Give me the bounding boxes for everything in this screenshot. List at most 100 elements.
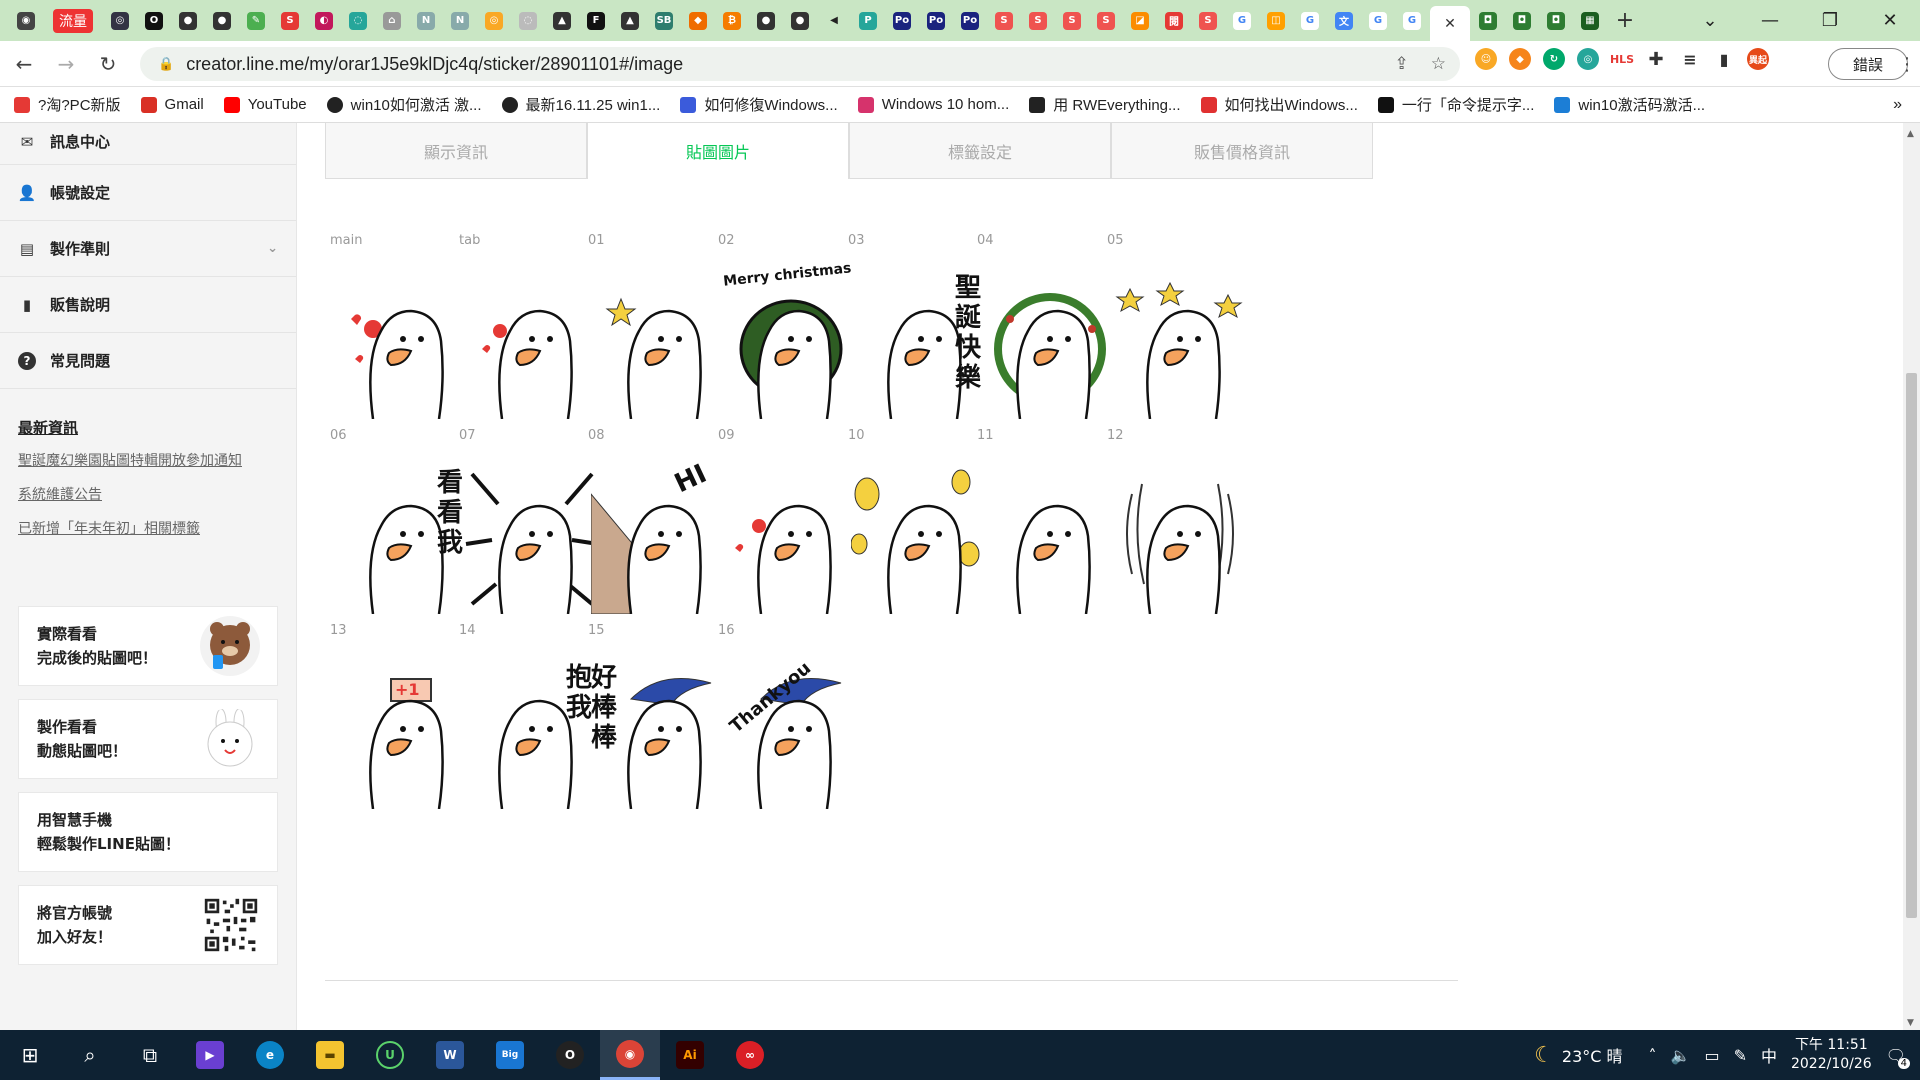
browser-tab[interactable]: ◌ xyxy=(342,6,374,35)
browser-tab[interactable]: G xyxy=(1362,6,1394,35)
browser-tab[interactable]: ◘ xyxy=(1540,6,1572,35)
taskbar-app[interactable]: W xyxy=(420,1030,480,1080)
minimize-button[interactable]: — xyxy=(1740,0,1800,41)
browser-tab[interactable]: F xyxy=(580,6,612,35)
taskbar-app-active[interactable]: ◉ xyxy=(600,1030,660,1080)
browser-tab[interactable]: ◎ xyxy=(478,6,510,35)
tab-sticker-images[interactable]: 貼圖圖片 xyxy=(587,123,849,179)
scrollbar-thumb[interactable] xyxy=(1906,373,1917,918)
reading-list-icon[interactable]: ≡ xyxy=(1679,48,1701,70)
taskbar-app[interactable]: ▶ xyxy=(180,1030,240,1080)
browser-tab[interactable]: S xyxy=(1192,6,1224,35)
browser-tab[interactable]: S xyxy=(988,6,1020,35)
share-icon[interactable]: ⇪ xyxy=(1395,54,1409,74)
taskbar-app[interactable]: ▬ xyxy=(300,1030,360,1080)
bookmark-item[interactable]: YouTube xyxy=(223,96,307,113)
browser-tab[interactable]: ◘ xyxy=(1472,6,1504,35)
browser-tab[interactable]: ▲ xyxy=(614,6,646,35)
notification-icon[interactable]: 🗨 4 xyxy=(1886,1046,1910,1069)
new-tab-button[interactable]: + xyxy=(1607,8,1643,33)
taskbar-app[interactable]: O xyxy=(540,1030,600,1080)
ring-extension-icon[interactable]: ◎ xyxy=(1577,48,1599,70)
bookmark-item[interactable]: win10激活码激活... xyxy=(1554,94,1705,115)
browser-tab[interactable]: ● xyxy=(750,6,782,35)
bookmark-item[interactable]: Windows 10 hom... xyxy=(857,96,1009,113)
promo-preview-stickers[interactable]: 實際看看 完成後的貼圖吧！ xyxy=(18,606,278,686)
close-icon[interactable]: ✕ xyxy=(1441,15,1459,33)
browser-tab[interactable]: SB xyxy=(648,6,680,35)
bookmark-item[interactable]: ?淘?PC新版 xyxy=(14,94,121,115)
taskbar-app[interactable]: U xyxy=(360,1030,420,1080)
sticker-image[interactable] xyxy=(1110,464,1250,615)
browser-tab[interactable]: ◎ xyxy=(104,6,136,35)
bookmarks-overflow-icon[interactable]: » xyxy=(1893,96,1902,114)
browser-tab[interactable]: 閱 xyxy=(1158,6,1190,35)
bookmark-star-icon[interactable]: ☆ xyxy=(1431,54,1446,74)
news-link[interactable]: 聖誕魔幻樂園貼圖特輯開放參加通知 xyxy=(18,450,278,470)
ime-indicator[interactable]: 中 xyxy=(1761,1043,1777,1067)
puzzle-icon[interactable]: ✚ xyxy=(1645,48,1667,70)
browser-tab[interactable]: ● xyxy=(784,6,816,35)
browser-tab[interactable]: ◆ xyxy=(682,6,714,35)
browser-tab[interactable]: ✎ xyxy=(240,6,272,35)
browser-tab[interactable]: P xyxy=(852,6,884,35)
sticker-image[interactable] xyxy=(591,269,731,420)
taskbar-app[interactable]: e xyxy=(240,1030,300,1080)
sticker-image[interactable] xyxy=(850,464,991,615)
windows-start-icon[interactable]: ⊞ xyxy=(0,1030,60,1080)
sticker-image[interactable] xyxy=(980,464,1120,615)
browser-tab[interactable]: S xyxy=(1090,6,1122,35)
promo-animated-stickers[interactable]: 製作看看 動態貼圖吧！ xyxy=(18,699,278,779)
forward-button[interactable]: → xyxy=(48,46,84,82)
more-menu-icon[interactable]: ⋮ xyxy=(1898,54,1916,75)
clock[interactable]: 下午 11:51 2022/10/26 xyxy=(1791,1036,1872,1074)
tab-search-button[interactable]: ⌄ xyxy=(1680,0,1740,41)
task-view-icon[interactable]: ⧉ xyxy=(120,1030,180,1080)
bookmark-item[interactable]: 用 RWEverything... xyxy=(1029,94,1181,115)
search-icon[interactable]: ⌕ xyxy=(60,1030,120,1080)
browser-tab[interactable]: Po xyxy=(886,6,918,35)
browser-tab[interactable]: N xyxy=(444,6,476,35)
sticker-cell[interactable]: 16 Thankyou xyxy=(713,623,871,823)
browser-tab[interactable]: ◪ xyxy=(1124,6,1156,35)
tab-display-info[interactable]: 顯示資訊 xyxy=(325,123,587,179)
browser-tab[interactable]: ⌂ xyxy=(376,6,408,35)
browser-tab[interactable]: ◘ xyxy=(1506,6,1538,35)
sticker-image[interactable] xyxy=(721,464,861,615)
sidebar-item-account[interactable]: 👤 帳號設定 xyxy=(0,165,296,221)
bookmark-item[interactable]: 如何找出Windows... xyxy=(1200,94,1358,115)
bookmark-item[interactable]: 最新16.11.25 win1... xyxy=(501,94,660,115)
browser-tab[interactable]: G xyxy=(1226,6,1258,35)
profile-avatar[interactable]: 異起 xyxy=(1747,48,1769,70)
emoji-extension-icon[interactable]: ☺ xyxy=(1475,48,1497,70)
sidebar-item-messages[interactable]: ✉ 訊息中心 xyxy=(0,123,296,165)
sticker-cell[interactable]: 12 xyxy=(1102,428,1260,628)
error-button[interactable]: 錯誤 xyxy=(1828,48,1908,80)
news-title[interactable]: 最新資訊 xyxy=(18,417,278,438)
sidebar-item-guidelines[interactable]: ▤ 製作準則 ⌄ xyxy=(0,221,296,277)
taskbar-app[interactable]: ∞ xyxy=(720,1030,780,1080)
sticker-image[interactable] xyxy=(1110,269,1250,420)
side-panel-icon[interactable]: ▮ xyxy=(1713,48,1735,70)
tab-pricing-info[interactable]: 販售價格資訊 xyxy=(1111,123,1373,179)
browser-tab[interactable]: ▦ xyxy=(1574,6,1606,35)
reload-button[interactable]: ↻ xyxy=(90,46,126,82)
pen-icon[interactable]: ✎ xyxy=(1734,1046,1747,1065)
sticker-cell[interactable]: 05 xyxy=(1102,233,1260,433)
browser-tab-active[interactable]: ✕ xyxy=(1430,6,1470,41)
network-icon[interactable]: ▭ xyxy=(1704,1046,1719,1065)
volume-icon[interactable]: 🔈 xyxy=(1671,1046,1691,1065)
sticker-image[interactable] xyxy=(462,464,602,615)
scroll-up-icon[interactable]: ▲ xyxy=(1907,129,1914,139)
hls-extension-icon[interactable]: HLS xyxy=(1610,48,1634,70)
bookmark-item[interactable]: win10如何激活 激... xyxy=(326,94,482,115)
sticker-image[interactable] xyxy=(721,269,861,420)
promo-add-official-account[interactable]: 將官方帳號 加入好友！ xyxy=(18,885,278,965)
tray-expand-icon[interactable]: ˄ xyxy=(1649,1046,1657,1065)
sidebar-item-faq[interactable]: ? 常見問題 xyxy=(0,333,296,389)
browser-tab[interactable]: ● xyxy=(206,6,238,35)
browser-tab[interactable]: ◉ xyxy=(10,6,42,35)
restore-button[interactable]: ❐ xyxy=(1800,0,1860,41)
browser-tab[interactable]: O xyxy=(138,6,170,35)
browser-tab[interactable]: G xyxy=(1294,6,1326,35)
